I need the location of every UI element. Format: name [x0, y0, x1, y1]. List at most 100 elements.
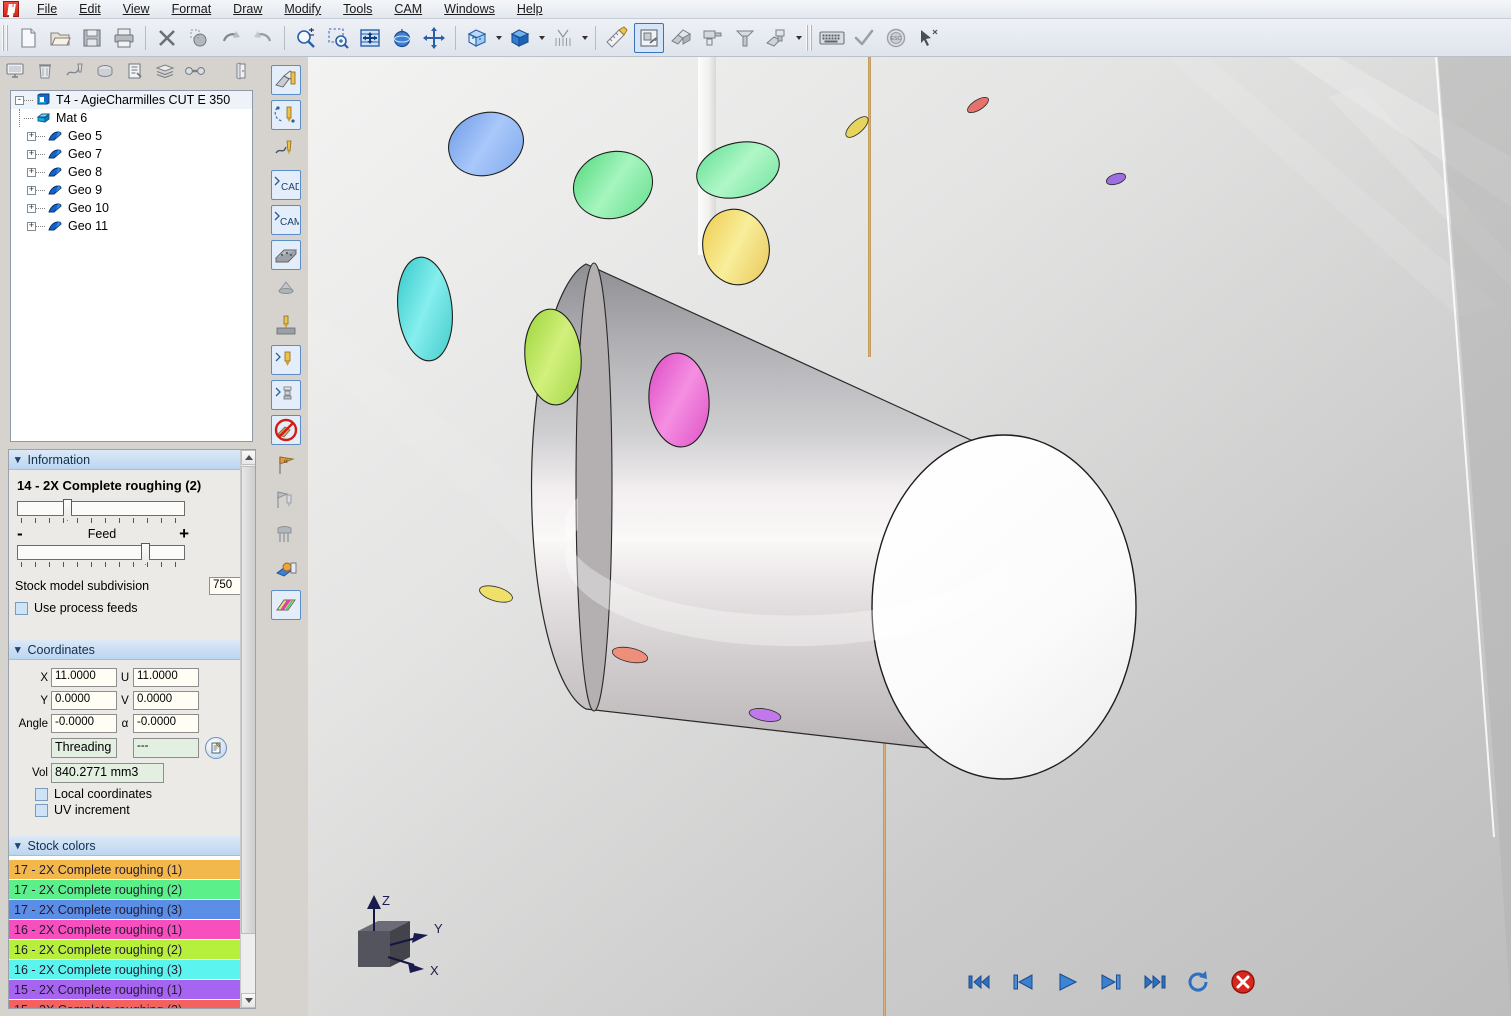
tool-view-icon[interactable]: [271, 345, 301, 375]
tree-expand-toggle[interactable]: +: [27, 150, 36, 159]
rewind-to-start-button[interactable]: [964, 968, 994, 996]
shaded-dropdown-arrow-icon[interactable]: [536, 24, 547, 52]
scrollbar-thumb[interactable]: [241, 466, 256, 934]
stock-color-row[interactable]: 15 - 2X Complete roughing (2): [9, 1000, 255, 1009]
solid-book-icon[interactable]: [271, 555, 301, 585]
rotate-view-icon[interactable]: [387, 23, 417, 53]
drill-icon[interactable]: [271, 310, 301, 340]
menu-edit[interactable]: Edit: [68, 0, 112, 18]
menu-modify[interactable]: Modify: [273, 0, 332, 18]
secondary-mode-field[interactable]: ---: [133, 738, 199, 758]
flush-icon[interactable]: [548, 23, 578, 53]
tree-item-mat-6[interactable]: Mat 6: [11, 109, 252, 127]
3d-viewport[interactable]: Z Y X: [264, 57, 1511, 1016]
machining-dropdown-arrow-icon[interactable]: [793, 24, 804, 52]
simulation-icon[interactable]: [634, 23, 664, 53]
toolbar-grip[interactable]: [2, 25, 9, 51]
comb-icon[interactable]: [271, 520, 301, 550]
menu-draw[interactable]: Draw: [222, 0, 273, 18]
redo-icon[interactable]: [248, 23, 278, 53]
undo-icon[interactable]: [216, 23, 246, 53]
wire-guide-icon[interactable]: [698, 23, 728, 53]
stop-button[interactable]: [1228, 968, 1258, 996]
stock-color-row[interactable]: 15 - 2X Complete roughing (1): [9, 980, 255, 1000]
new-file-icon[interactable]: [13, 23, 43, 53]
wireframe-dropdown-arrow-icon[interactable]: [493, 24, 504, 52]
menu-cam[interactable]: CAM: [383, 0, 433, 18]
stock-color-row[interactable]: 17 - 2X Complete roughing (3): [9, 900, 255, 920]
threading-mode-field[interactable]: Threading: [51, 738, 117, 758]
zoom-fit-icon[interactable]: [355, 23, 385, 53]
tree-item-geo-9[interactable]: + Geo 9: [11, 181, 252, 199]
tree-expand-toggle[interactable]: +: [27, 204, 36, 213]
wire-path-icon[interactable]: [62, 59, 88, 83]
machine-head-icon[interactable]: [666, 23, 696, 53]
local-coordinates-row[interactable]: Local coordinates: [15, 787, 249, 801]
stock-colors-list[interactable]: 17 - 2X Complete roughing (1) 17 - 2X Co…: [9, 856, 255, 1009]
menu-tools[interactable]: Tools: [332, 0, 383, 18]
tree-expand-toggle[interactable]: +: [27, 222, 36, 231]
lower-head-icon[interactable]: [762, 23, 792, 53]
trash-icon[interactable]: [32, 59, 58, 83]
report-list-icon[interactable]: [122, 59, 148, 83]
use-process-feeds-checkbox[interactable]: [15, 602, 28, 615]
y-field[interactable]: 0.0000: [51, 691, 117, 710]
keyboard-icon[interactable]: [817, 23, 847, 53]
project-tree[interactable]: - T4 - AgieCharmilles CUT E 350 Mat 6 +: [10, 90, 253, 442]
stock-color-row[interactable]: 17 - 2X Complete roughing (2): [9, 880, 255, 900]
wireframe-cube-icon[interactable]: [462, 23, 492, 53]
coordinates-section-header[interactable]: ▾ Coordinates: [9, 640, 255, 660]
alpha-field[interactable]: -0.0000: [133, 714, 199, 733]
scroll-up-button[interactable]: [241, 450, 256, 465]
tree-item-geo-11[interactable]: + Geo 11: [11, 217, 252, 235]
shaded-cube-icon[interactable]: [505, 23, 535, 53]
pan-view-icon[interactable]: [419, 23, 449, 53]
information-section-header[interactable]: ▾ Information: [9, 450, 255, 470]
save-icon[interactable]: [77, 23, 107, 53]
use-process-feeds-row[interactable]: Use process feeds: [15, 601, 249, 615]
vol-field[interactable]: 840.2771 mm3: [51, 763, 164, 783]
stock-colors-section-header[interactable]: ▾ Stock colors: [9, 836, 255, 856]
feed-increase-label[interactable]: +: [173, 527, 189, 541]
tree-item-geo-10[interactable]: + Geo 10: [11, 199, 252, 217]
speed-slider-thumb[interactable]: [63, 499, 72, 521]
cam-icon[interactable]: CAM: [271, 205, 301, 235]
wire-cut-icon[interactable]: [271, 135, 301, 165]
no-collision-icon[interactable]: [271, 415, 301, 445]
copy-icon[interactable]: [184, 23, 214, 53]
speed-slider[interactable]: [17, 499, 249, 525]
upper-guide-icon[interactable]: [730, 23, 760, 53]
tree-expand-toggle[interactable]: +: [27, 168, 36, 177]
menu-help[interactable]: Help: [506, 0, 554, 18]
toolbar-grip-2[interactable]: [806, 25, 813, 51]
zoom-window-icon[interactable]: [291, 23, 321, 53]
menu-windows[interactable]: Windows: [433, 0, 506, 18]
exit-door-icon[interactable]: [228, 59, 254, 83]
menu-file[interactable]: File: [26, 0, 68, 18]
feed-slider[interactable]: [17, 543, 249, 569]
monitor-icon[interactable]: [2, 59, 28, 83]
print-icon[interactable]: [109, 23, 139, 53]
link-icon[interactable]: [182, 59, 208, 83]
properties-scrollbar[interactable]: [240, 450, 255, 1008]
stock-color-row[interactable]: 16 - 2X Complete roughing (1): [9, 920, 255, 940]
confirm-check-icon[interactable]: [849, 23, 879, 53]
delete-icon[interactable]: [152, 23, 182, 53]
tree-expand-toggle[interactable]: +: [27, 186, 36, 195]
x-field[interactable]: 11.0000: [51, 668, 117, 687]
scroll-down-button[interactable]: [241, 993, 256, 1008]
feed-slider-groove[interactable]: [17, 545, 185, 560]
uv-increment-checkbox[interactable]: [35, 804, 48, 817]
tree-item-geo-8[interactable]: + Geo 8: [11, 163, 252, 181]
feed-slider-thumb[interactable]: [141, 543, 150, 565]
pot-icon[interactable]: [92, 59, 118, 83]
stock-color-row[interactable]: 16 - 2X Complete roughing (3): [9, 960, 255, 980]
local-coordinates-checkbox[interactable]: [35, 788, 48, 801]
speed-slider-groove[interactable]: [17, 501, 185, 516]
machine-setup-icon[interactable]: [271, 65, 301, 95]
step-backward-button[interactable]: [1008, 968, 1038, 996]
u-field[interactable]: 11.0000: [133, 668, 199, 687]
menu-view[interactable]: View: [112, 0, 161, 18]
v-field[interactable]: 0.0000: [133, 691, 199, 710]
cad-icon[interactable]: CAD: [271, 170, 301, 200]
